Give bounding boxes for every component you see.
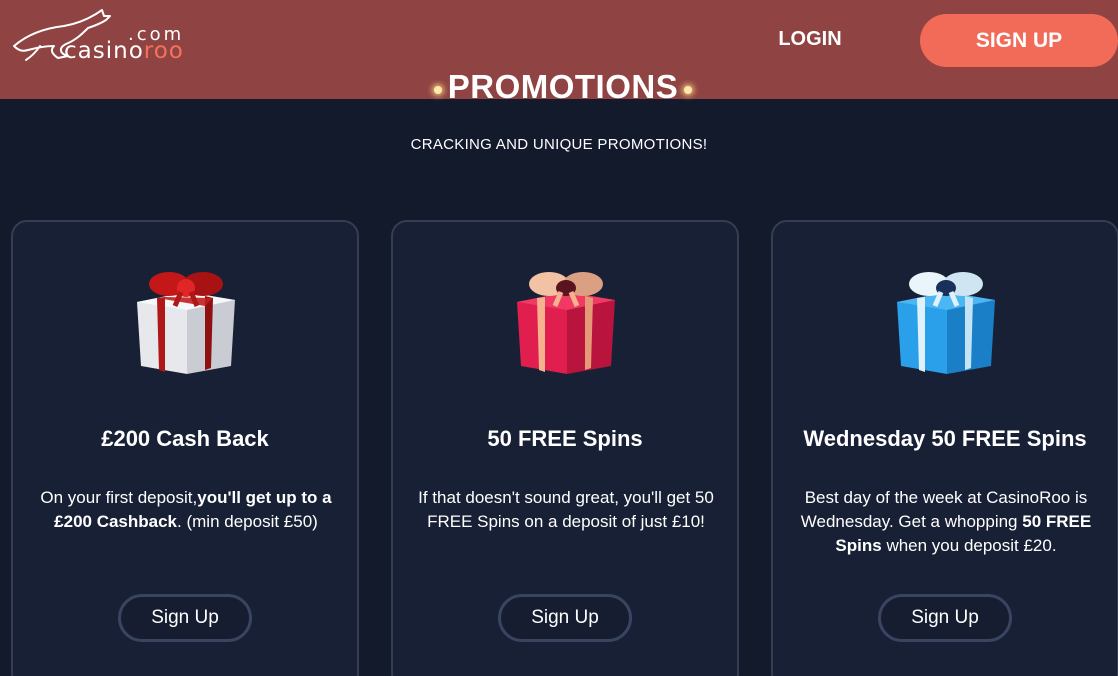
white-gift-box-icon [137, 272, 235, 374]
sparkle-dot-right-icon [684, 86, 692, 94]
sparkle-dot-left-icon [434, 86, 442, 94]
sign-up-button[interactable]: Sign Up [118, 594, 252, 642]
page-subtitle: CRACKING AND UNIQUE PROMOTIONS! [410, 136, 708, 153]
promo-card-free-spins: 50 FREE Spins If that doesn't sound grea… [391, 220, 739, 676]
sign-up-button[interactable]: Sign Up [498, 594, 632, 642]
casinoroo-logo[interactable]: .com casinoroo [10, 6, 200, 66]
page-title: PROMOTIONS [447, 68, 679, 105]
promo-desc-part: when you deposit £20. [881, 536, 1057, 555]
login-link[interactable]: LOGIN [760, 28, 860, 54]
promotions-heading: PROMOTIONS [430, 68, 696, 108]
promo-description: If that doesn't sound great, you'll get … [418, 488, 714, 531]
promo-card-cashback: £200 Cash Back On your first deposit,you… [11, 220, 359, 676]
promo-desc-part: On your first deposit, [40, 488, 198, 507]
promo-desc-part: . (min deposit £50) [177, 512, 318, 531]
blue-gift-box-icon [897, 272, 995, 374]
logo-roo-text: roo [143, 38, 184, 64]
header-signup-button[interactable]: SIGN UP [920, 14, 1118, 67]
promo-card-wednesday-spins: Wednesday 50 FREE Spins Best day of the … [771, 220, 1118, 676]
promo-description: On your first deposit,you'll get up to a… [29, 486, 343, 534]
promo-title: 50 FREE Spins [487, 426, 643, 451]
logo-wordmark: casinoroo [64, 38, 184, 64]
logo-casino-text: casino [64, 38, 144, 64]
promo-title: £200 Cash Back [101, 426, 269, 451]
red-gift-box-icon [517, 272, 615, 374]
promo-title: Wednesday 50 FREE Spins [803, 426, 1087, 451]
sign-up-button[interactable]: Sign Up [878, 594, 1012, 642]
promo-description: Best day of the week at CasinoRoo is Wed… [789, 486, 1103, 558]
